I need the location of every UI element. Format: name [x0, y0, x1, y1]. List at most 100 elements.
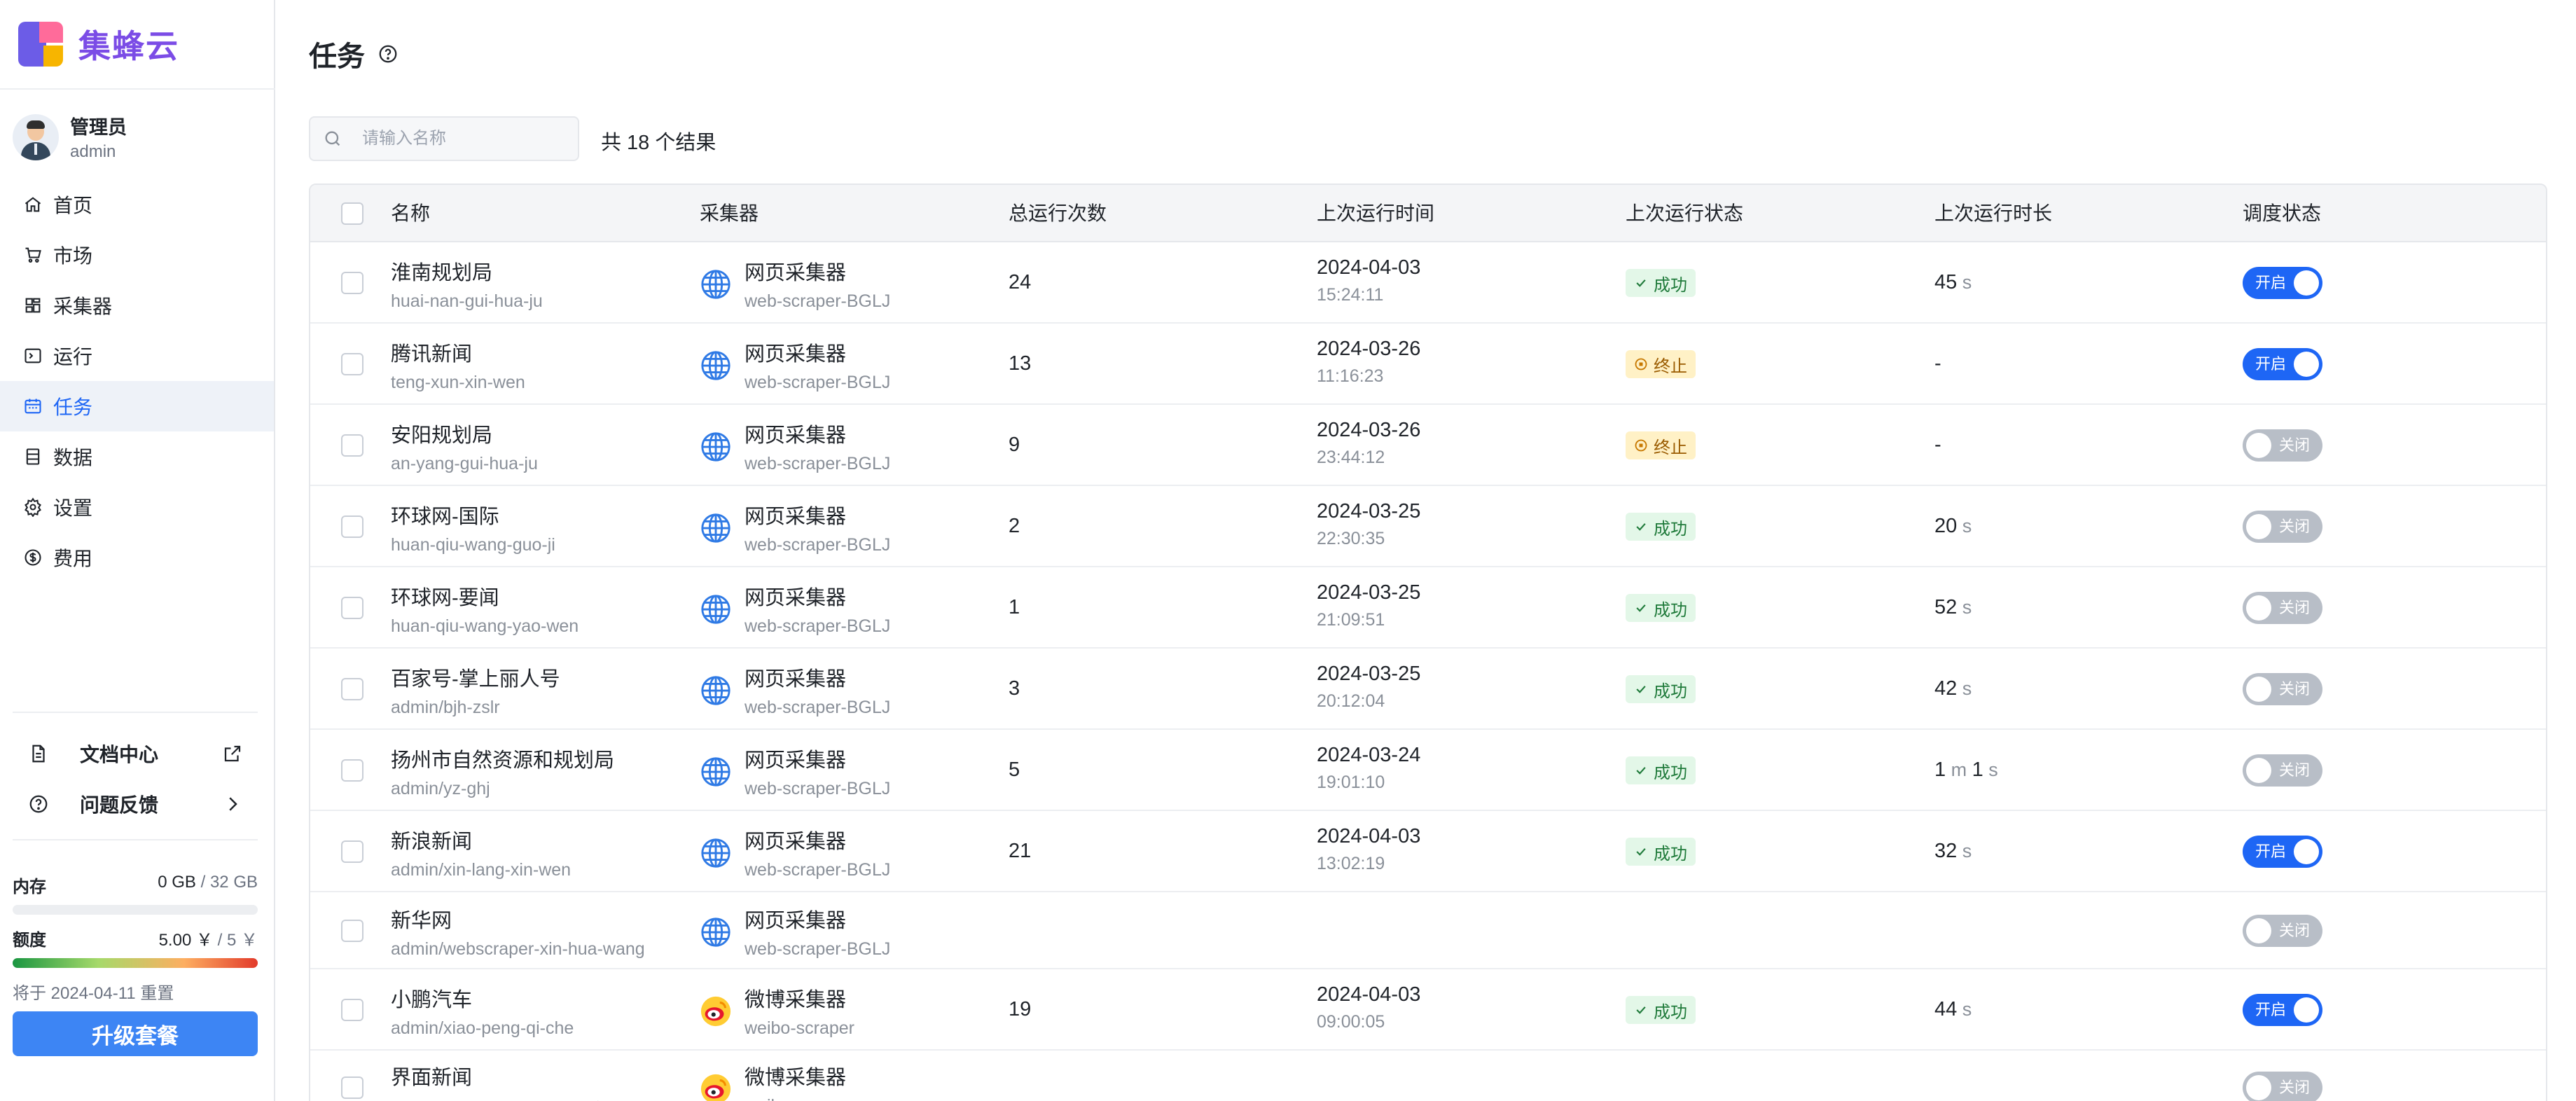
row-checkbox[interactable] — [341, 434, 363, 457]
task-name[interactable]: 小鹏汽车 — [391, 983, 574, 1013]
schedule-toggle[interactable]: 关闭 — [2243, 511, 2322, 543]
sidebar-item-billing[interactable]: 费用 — [0, 532, 274, 583]
sidebar-item-runs[interactable]: 运行 — [0, 331, 274, 381]
row-checkbox[interactable] — [341, 272, 363, 294]
last-run-clock: 11:16:23 — [1317, 366, 1384, 386]
sidebar-item-data[interactable]: 数据 — [0, 431, 274, 482]
row-checkbox[interactable] — [341, 515, 363, 538]
scraper-cell[interactable]: 网页采集器 web-scraper-BGLJ — [700, 500, 890, 555]
docs-center-link[interactable]: 文档中心 — [0, 728, 274, 779]
table-row[interactable]: 小鹏汽车 admin/xiao-peng-qi-che 微博采集器 weibo-scr… — [310, 969, 2546, 1051]
scraper-name: 微博采集器 — [745, 989, 847, 1011]
status-label: 终止 — [1654, 438, 1687, 457]
task-name[interactable]: 界面新闻 — [391, 1061, 628, 1090]
table-row[interactable]: 环球网-国际 huan-qiu-wang-guo-ji 网页采集器 web-scrap… — [310, 486, 2546, 567]
table-row[interactable]: 新浪新闻 admin/xin-lang-xin-wen 网页采集器 web-scrap… — [310, 811, 2546, 892]
row-checkbox[interactable] — [341, 999, 363, 1021]
schedule-toggle[interactable]: 关闭 — [2243, 429, 2322, 462]
task-name[interactable]: 淮南规划局 — [391, 256, 543, 286]
sidebar-item-settings[interactable]: 设置 — [0, 482, 274, 532]
scraper-cell[interactable]: 网页采集器 web-scraper-BGLJ — [700, 419, 890, 474]
brand[interactable]: 集蜂云 — [18, 20, 179, 69]
table-row[interactable]: 新华网 admin/webscraper-xin-hua-wang 网页采集器 web… — [310, 892, 2546, 969]
scraper-cell[interactable]: 网页采集器 web-scraper-BGLJ — [700, 904, 890, 960]
column-header-schedule-status[interactable]: 调度状态 — [2243, 185, 2321, 242]
schedule-toggle[interactable]: 关闭 — [2243, 915, 2322, 947]
upgrade-plan-button[interactable]: 升级套餐 — [13, 1011, 258, 1056]
row-checkbox[interactable] — [341, 597, 363, 619]
row-checkbox[interactable] — [341, 353, 363, 375]
table-row[interactable]: 安阳规划局 an-yang-gui-hua-ju 网页采集器 web-scraper-… — [310, 405, 2546, 486]
table-row[interactable]: 环球网-要闻 huan-qiu-wang-yao-wen 网页采集器 web-scra… — [310, 567, 2546, 649]
sidebar-item-scrapers[interactable]: 采集器 — [0, 280, 274, 331]
task-name-cell[interactable]: 小鹏汽车 admin/xiao-peng-qi-che — [391, 983, 574, 1039]
row-checkbox[interactable] — [341, 678, 363, 700]
task-name-cell[interactable]: 淮南规划局 huai-nan-gui-hua-ju — [391, 256, 543, 312]
sidebar-item-market[interactable]: 市场 — [0, 230, 274, 280]
scraper-cell[interactable]: 网页采集器 web-scraper-BGLJ — [700, 256, 890, 312]
duration-value: 32 — [1934, 840, 1958, 862]
avatar — [13, 113, 59, 160]
task-name-cell[interactable]: 环球网-国际 huan-qiu-wang-guo-ji — [391, 500, 555, 555]
scraper-cell[interactable]: 网页采集器 web-scraper-BGLJ — [700, 581, 890, 637]
task-name[interactable]: 环球网-要闻 — [391, 581, 579, 611]
task-name[interactable]: 环球网-国际 — [391, 500, 555, 529]
scraper-cell[interactable]: 微博采集器 weibo-scraper — [700, 1061, 854, 1101]
scraper-cell[interactable]: 网页采集器 web-scraper-BGLJ — [700, 744, 890, 799]
sidebar-item-tasks[interactable]: 任务 — [0, 381, 274, 431]
feedback-link[interactable]: 问题反馈 — [0, 779, 274, 829]
duration-value: 52 — [1934, 596, 1958, 618]
task-name-cell[interactable]: 百家号-掌上丽人号 admin/bjh-zslr — [391, 663, 560, 718]
task-name[interactable]: 扬州市自然资源和规划局 — [391, 744, 614, 773]
scraper-cell[interactable]: 微博采集器 weibo-scraper — [700, 983, 854, 1039]
column-header-name[interactable]: 名称 — [391, 185, 430, 242]
task-name-cell[interactable]: 环球网-要闻 huan-qiu-wang-yao-wen — [391, 581, 579, 637]
schedule-toggle[interactable]: 关闭 — [2243, 1072, 2322, 1101]
task-name[interactable]: 安阳规划局 — [391, 419, 538, 448]
last-run-clock: 21:09:51 — [1317, 610, 1385, 630]
weibo-icon — [700, 995, 732, 1027]
schedule-toggle[interactable]: 关闭 — [2243, 754, 2322, 787]
table-row[interactable]: 百家号-掌上丽人号 admin/bjh-zslr 网页采集器 web-scraper-… — [310, 649, 2546, 730]
duration-unit: s — [1957, 999, 1972, 1020]
task-name-cell[interactable]: 安阳规划局 an-yang-gui-hua-ju — [391, 419, 538, 474]
table-row[interactable]: 腾讯新闻 teng-xun-xin-wen 网页采集器 web-scraper-BGL… — [310, 324, 2546, 405]
column-header-last-run-time[interactable]: 上次运行时间 — [1317, 185, 1434, 242]
task-name[interactable]: 百家号-掌上丽人号 — [391, 663, 560, 692]
task-name-cell[interactable]: 腾讯新闻 teng-xun-xin-wen — [391, 338, 525, 393]
help-circle-icon[interactable] — [378, 43, 399, 64]
table-row[interactable]: 界面新闻 admin/weibo-scraper/界面新闻 微博采集器 weibo-s… — [310, 1051, 2546, 1101]
schedule-toggle[interactable]: 开启 — [2243, 348, 2322, 380]
row-checkbox[interactable] — [341, 920, 363, 942]
task-name[interactable]: 腾讯新闻 — [391, 338, 525, 367]
duration-value: 45 — [1934, 271, 1958, 293]
task-name-cell[interactable]: 新华网 admin/webscraper-xin-hua-wang — [391, 904, 645, 960]
task-name-cell[interactable]: 界面新闻 admin/weibo-scraper/界面新闻 — [391, 1061, 628, 1101]
row-checkbox[interactable] — [341, 759, 363, 782]
schedule-toggle[interactable]: 开启 — [2243, 994, 2322, 1026]
schedule-toggle[interactable]: 开启 — [2243, 836, 2322, 868]
select-all-checkbox[interactable] — [341, 202, 363, 225]
task-name-cell[interactable]: 新浪新闻 admin/xin-lang-xin-wen — [391, 825, 571, 880]
column-header-scraper[interactable]: 采集器 — [700, 185, 759, 242]
column-header-total-runs[interactable]: 总运行次数 — [1009, 185, 1107, 242]
table-row[interactable]: 扬州市自然资源和规划局 admin/yz-ghj 网页采集器 web-scraper-… — [310, 730, 2546, 811]
schedule-toggle[interactable]: 开启 — [2243, 267, 2322, 299]
column-header-last-run-status[interactable]: 上次运行状态 — [1626, 185, 1743, 242]
scraper-cell[interactable]: 网页采集器 web-scraper-BGLJ — [700, 338, 890, 393]
task-name-cell[interactable]: 扬州市自然资源和规划局 admin/yz-ghj — [391, 744, 614, 799]
globe-icon — [700, 512, 732, 544]
scraper-cell[interactable]: 网页采集器 web-scraper-BGLJ — [700, 825, 890, 880]
column-header-last-run-duration[interactable]: 上次运行时长 — [1934, 185, 2052, 242]
row-checkbox[interactable] — [341, 840, 363, 863]
search-input[interactable] — [362, 129, 565, 148]
user-profile[interactable]: 管理员 admin — [13, 112, 127, 162]
row-checkbox[interactable] — [341, 1076, 363, 1099]
task-name[interactable]: 新浪新闻 — [391, 825, 571, 854]
sidebar-item-home[interactable]: 首页 — [0, 179, 274, 230]
schedule-toggle[interactable]: 关闭 — [2243, 673, 2322, 705]
scraper-cell[interactable]: 网页采集器 web-scraper-BGLJ — [700, 663, 890, 718]
table-row[interactable]: 淮南规划局 huai-nan-gui-hua-ju 网页采集器 web-scraper… — [310, 242, 2546, 324]
schedule-toggle[interactable]: 关闭 — [2243, 592, 2322, 624]
task-name[interactable]: 新华网 — [391, 904, 645, 934]
